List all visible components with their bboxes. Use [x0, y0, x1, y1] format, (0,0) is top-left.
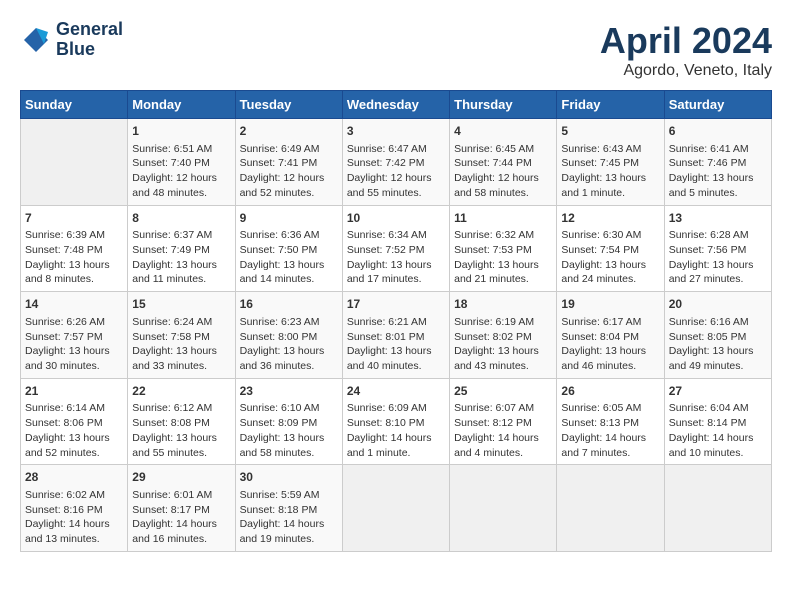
day-number: 4	[454, 123, 552, 140]
calendar-day-header: Tuesday	[235, 91, 342, 119]
main-title: April 2024	[600, 20, 772, 62]
day-number: 2	[240, 123, 338, 140]
calendar-cell: 30Sunrise: 5:59 AMSunset: 8:18 PMDayligh…	[235, 465, 342, 552]
day-number: 21	[25, 383, 123, 400]
calendar-week-row: 7Sunrise: 6:39 AMSunset: 7:48 PMDaylight…	[21, 205, 772, 292]
day-number: 25	[454, 383, 552, 400]
calendar-cell: 23Sunrise: 6:10 AMSunset: 8:09 PMDayligh…	[235, 378, 342, 465]
day-number: 19	[561, 296, 659, 313]
day-number: 13	[669, 210, 767, 227]
day-number: 24	[347, 383, 445, 400]
calendar-cell: 29Sunrise: 6:01 AMSunset: 8:17 PMDayligh…	[128, 465, 235, 552]
calendar-cell: 26Sunrise: 6:05 AMSunset: 8:13 PMDayligh…	[557, 378, 664, 465]
calendar-cell	[664, 465, 771, 552]
day-number: 5	[561, 123, 659, 140]
calendar-cell: 12Sunrise: 6:30 AMSunset: 7:54 PMDayligh…	[557, 205, 664, 292]
page-header: General Blue April 2024 Agordo, Veneto, …	[20, 20, 772, 80]
calendar-cell: 3Sunrise: 6:47 AMSunset: 7:42 PMDaylight…	[342, 119, 449, 206]
day-number: 27	[669, 383, 767, 400]
calendar-cell: 20Sunrise: 6:16 AMSunset: 8:05 PMDayligh…	[664, 292, 771, 379]
calendar-cell: 28Sunrise: 6:02 AMSunset: 8:16 PMDayligh…	[21, 465, 128, 552]
calendar-day-header: Thursday	[450, 91, 557, 119]
logo-icon	[20, 24, 52, 56]
calendar-cell: 1Sunrise: 6:51 AMSunset: 7:40 PMDaylight…	[128, 119, 235, 206]
day-number: 8	[132, 210, 230, 227]
calendar-cell: 8Sunrise: 6:37 AMSunset: 7:49 PMDaylight…	[128, 205, 235, 292]
calendar-cell: 2Sunrise: 6:49 AMSunset: 7:41 PMDaylight…	[235, 119, 342, 206]
calendar-cell	[557, 465, 664, 552]
calendar-cell	[342, 465, 449, 552]
day-number: 1	[132, 123, 230, 140]
day-number: 9	[240, 210, 338, 227]
calendar-cell: 21Sunrise: 6:14 AMSunset: 8:06 PMDayligh…	[21, 378, 128, 465]
calendar-cell: 13Sunrise: 6:28 AMSunset: 7:56 PMDayligh…	[664, 205, 771, 292]
day-number: 16	[240, 296, 338, 313]
calendar-cell: 15Sunrise: 6:24 AMSunset: 7:58 PMDayligh…	[128, 292, 235, 379]
day-number: 7	[25, 210, 123, 227]
logo: General Blue	[20, 20, 123, 60]
day-number: 12	[561, 210, 659, 227]
day-number: 6	[669, 123, 767, 140]
calendar-week-row: 14Sunrise: 6:26 AMSunset: 7:57 PMDayligh…	[21, 292, 772, 379]
calendar-cell: 27Sunrise: 6:04 AMSunset: 8:14 PMDayligh…	[664, 378, 771, 465]
subtitle: Agordo, Veneto, Italy	[600, 62, 772, 80]
calendar-cell	[21, 119, 128, 206]
calendar-cell	[450, 465, 557, 552]
day-number: 20	[669, 296, 767, 313]
day-number: 11	[454, 210, 552, 227]
calendar-cell: 7Sunrise: 6:39 AMSunset: 7:48 PMDaylight…	[21, 205, 128, 292]
calendar-week-row: 28Sunrise: 6:02 AMSunset: 8:16 PMDayligh…	[21, 465, 772, 552]
calendar-header-row: SundayMondayTuesdayWednesdayThursdayFrid…	[21, 91, 772, 119]
day-number: 26	[561, 383, 659, 400]
calendar-cell: 11Sunrise: 6:32 AMSunset: 7:53 PMDayligh…	[450, 205, 557, 292]
calendar-cell: 10Sunrise: 6:34 AMSunset: 7:52 PMDayligh…	[342, 205, 449, 292]
calendar-cell: 9Sunrise: 6:36 AMSunset: 7:50 PMDaylight…	[235, 205, 342, 292]
calendar-day-header: Saturday	[664, 91, 771, 119]
title-block: April 2024 Agordo, Veneto, Italy	[600, 20, 772, 80]
calendar-day-header: Wednesday	[342, 91, 449, 119]
calendar-day-header: Monday	[128, 91, 235, 119]
calendar-cell: 22Sunrise: 6:12 AMSunset: 8:08 PMDayligh…	[128, 378, 235, 465]
day-number: 23	[240, 383, 338, 400]
calendar-cell: 4Sunrise: 6:45 AMSunset: 7:44 PMDaylight…	[450, 119, 557, 206]
day-number: 29	[132, 469, 230, 486]
day-number: 14	[25, 296, 123, 313]
day-number: 22	[132, 383, 230, 400]
calendar-cell: 16Sunrise: 6:23 AMSunset: 8:00 PMDayligh…	[235, 292, 342, 379]
calendar-cell: 18Sunrise: 6:19 AMSunset: 8:02 PMDayligh…	[450, 292, 557, 379]
day-number: 10	[347, 210, 445, 227]
calendar-week-row: 1Sunrise: 6:51 AMSunset: 7:40 PMDaylight…	[21, 119, 772, 206]
calendar-cell: 24Sunrise: 6:09 AMSunset: 8:10 PMDayligh…	[342, 378, 449, 465]
calendar-table: SundayMondayTuesdayWednesdayThursdayFrid…	[20, 90, 772, 552]
calendar-day-header: Sunday	[21, 91, 128, 119]
calendar-cell: 6Sunrise: 6:41 AMSunset: 7:46 PMDaylight…	[664, 119, 771, 206]
day-number: 3	[347, 123, 445, 140]
calendar-cell: 17Sunrise: 6:21 AMSunset: 8:01 PMDayligh…	[342, 292, 449, 379]
logo-text: General Blue	[56, 20, 123, 60]
day-number: 30	[240, 469, 338, 486]
calendar-cell: 25Sunrise: 6:07 AMSunset: 8:12 PMDayligh…	[450, 378, 557, 465]
calendar-day-header: Friday	[557, 91, 664, 119]
calendar-cell: 5Sunrise: 6:43 AMSunset: 7:45 PMDaylight…	[557, 119, 664, 206]
calendar-cell: 14Sunrise: 6:26 AMSunset: 7:57 PMDayligh…	[21, 292, 128, 379]
calendar-week-row: 21Sunrise: 6:14 AMSunset: 8:06 PMDayligh…	[21, 378, 772, 465]
day-number: 17	[347, 296, 445, 313]
day-number: 18	[454, 296, 552, 313]
day-number: 15	[132, 296, 230, 313]
calendar-cell: 19Sunrise: 6:17 AMSunset: 8:04 PMDayligh…	[557, 292, 664, 379]
day-number: 28	[25, 469, 123, 486]
